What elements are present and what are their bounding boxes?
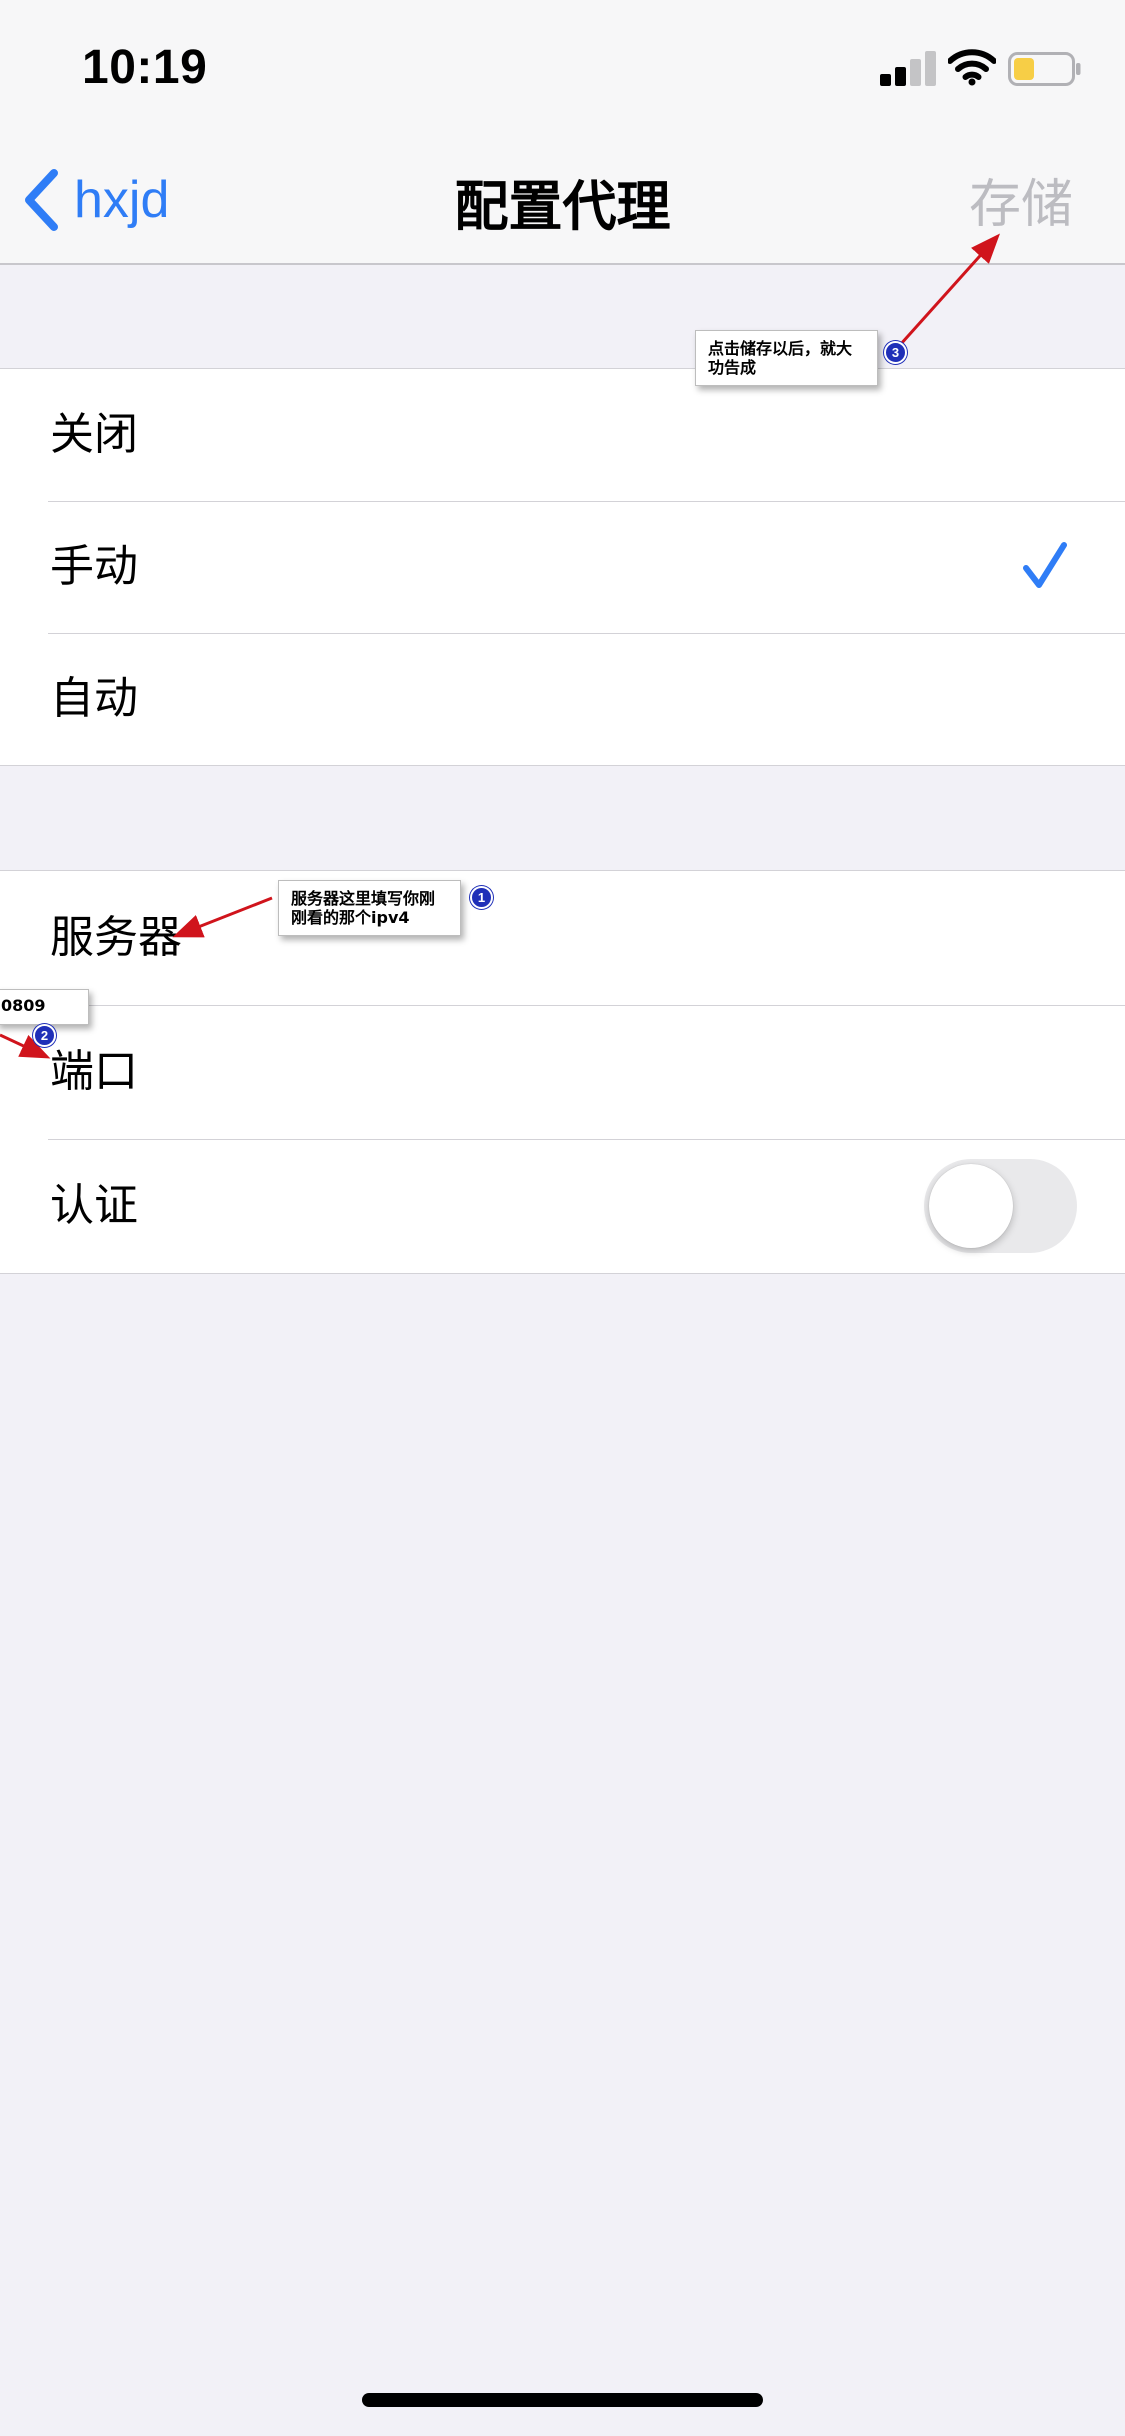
toggle-knob	[929, 1164, 1013, 1248]
proxy-option-label: 手动	[50, 541, 138, 592]
proxy-option-manual[interactable]: 手动	[0, 501, 1125, 633]
annotation-text: 0809	[1, 996, 46, 1015]
auth-row: 认证	[0, 1139, 1125, 1273]
battery-icon	[1008, 52, 1081, 86]
wifi-icon	[948, 49, 996, 86]
manual-settings-group: 服务器 端口 认证	[0, 870, 1125, 1274]
annotation-badge: 1	[470, 886, 493, 909]
save-annotation: 点击储存以后，就大功告成	[695, 330, 878, 386]
home-indicator[interactable]	[362, 2393, 763, 2407]
port-row[interactable]: 端口	[0, 1005, 1125, 1139]
save-button[interactable]: 存储	[969, 162, 1073, 237]
annotation-text: 点击储存以后，就大功告成	[708, 339, 853, 377]
page-title: 配置代理	[454, 175, 671, 238]
status-time: 10:19	[82, 41, 208, 94]
server-row[interactable]: 服务器	[0, 871, 1125, 1005]
checkmark-icon	[1023, 542, 1067, 588]
proxy-mode-group: 关闭 手动 自动	[0, 368, 1125, 766]
signal-icon	[880, 50, 936, 86]
proxy-option-label: 自动	[50, 673, 138, 724]
navigation-bar: hxjd 配置代理 存储	[0, 132, 1125, 265]
auth-label: 认证	[50, 1180, 138, 1231]
auth-toggle[interactable]	[924, 1159, 1077, 1253]
annotation-badge: 2	[33, 1024, 56, 1047]
port-label: 端口	[50, 1046, 138, 1097]
server-label: 服务器	[50, 912, 182, 963]
proxy-option-label: 关闭	[50, 409, 138, 460]
annotation-badge: 3	[884, 341, 907, 364]
server-annotation: 服务器这里填写你刚刚看的那个ipv4	[278, 880, 461, 936]
proxy-option-auto[interactable]: 自动	[0, 633, 1125, 765]
proxy-option-off[interactable]: 关闭	[0, 369, 1125, 501]
annotation-text: 服务器这里填写你刚刚看的那个ipv4	[291, 889, 436, 927]
status-bar: 10:19	[0, 0, 1125, 132]
port-annotation: 0809	[0, 989, 89, 1025]
